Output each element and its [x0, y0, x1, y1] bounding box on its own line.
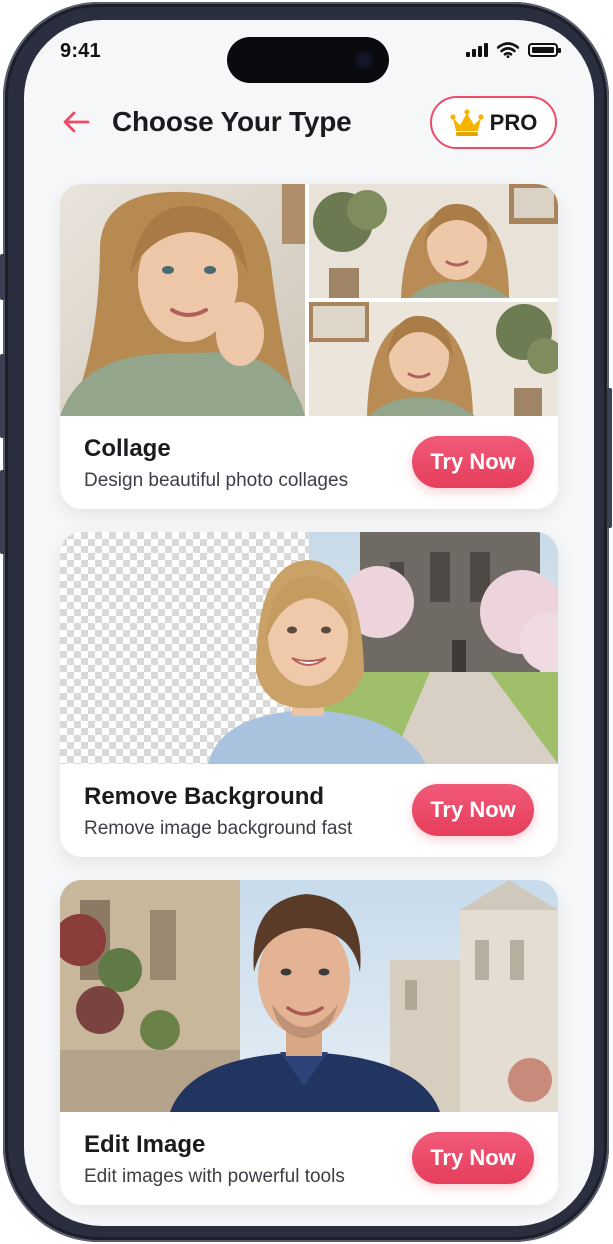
pro-button[interactable]: PRO — [430, 96, 557, 149]
collage-preview — [60, 184, 558, 416]
back-button[interactable] — [60, 106, 92, 138]
arrow-left-icon — [63, 111, 90, 133]
page-title: Choose Your Type — [112, 106, 352, 137]
mute-switch — [0, 254, 5, 300]
volume-up-button — [0, 354, 5, 438]
card-title: Collage — [84, 435, 171, 462]
edit-image-card[interactable]: Edit Image Edit images with powerful too… — [60, 880, 558, 1205]
camera-icon — [355, 51, 373, 69]
battery-icon — [528, 43, 561, 57]
card-title: Edit Image — [84, 1131, 206, 1158]
remove-background-card[interactable]: Remove Background Remove image backgroun… — [60, 532, 558, 857]
app-screen: 9:41 Choose Your Type PRO Collage Design… — [24, 20, 594, 1226]
collage-photo-top-right — [309, 184, 558, 298]
power-button — [607, 388, 612, 528]
collage-try-now-button[interactable]: Try Now — [412, 436, 534, 488]
remove-background-try-now-button[interactable]: Try Now — [412, 784, 534, 836]
wifi-icon — [497, 42, 519, 58]
dynamic-island — [227, 37, 389, 83]
edit-image-photo — [60, 880, 558, 1112]
edit-image-try-now-button[interactable]: Try Now — [412, 1132, 534, 1184]
card-description: Edit images with powerful tools — [84, 1166, 345, 1187]
edit-image-preview — [60, 880, 558, 1112]
phone-frame: 9:41 Choose Your Type PRO Collage Design… — [0, 2, 612, 1242]
remove-background-photo — [208, 532, 558, 764]
card-description: Remove image background fast — [84, 818, 353, 839]
remove-background-preview — [60, 532, 558, 764]
collage-card[interactable]: Collage Design beautiful photo collages … — [60, 184, 558, 509]
cellular-signal-icon — [466, 43, 488, 57]
card-description: Design beautiful photo collages — [84, 470, 349, 491]
volume-down-button — [0, 470, 5, 554]
collage-photo-bottom-right — [309, 302, 558, 416]
collage-photo-main — [60, 184, 305, 416]
status-icons — [466, 42, 561, 58]
status-time: 9:41 — [60, 40, 101, 62]
card-title: Remove Background — [84, 783, 325, 810]
pro-label: PRO — [489, 109, 538, 135]
crown-icon — [450, 108, 484, 136]
